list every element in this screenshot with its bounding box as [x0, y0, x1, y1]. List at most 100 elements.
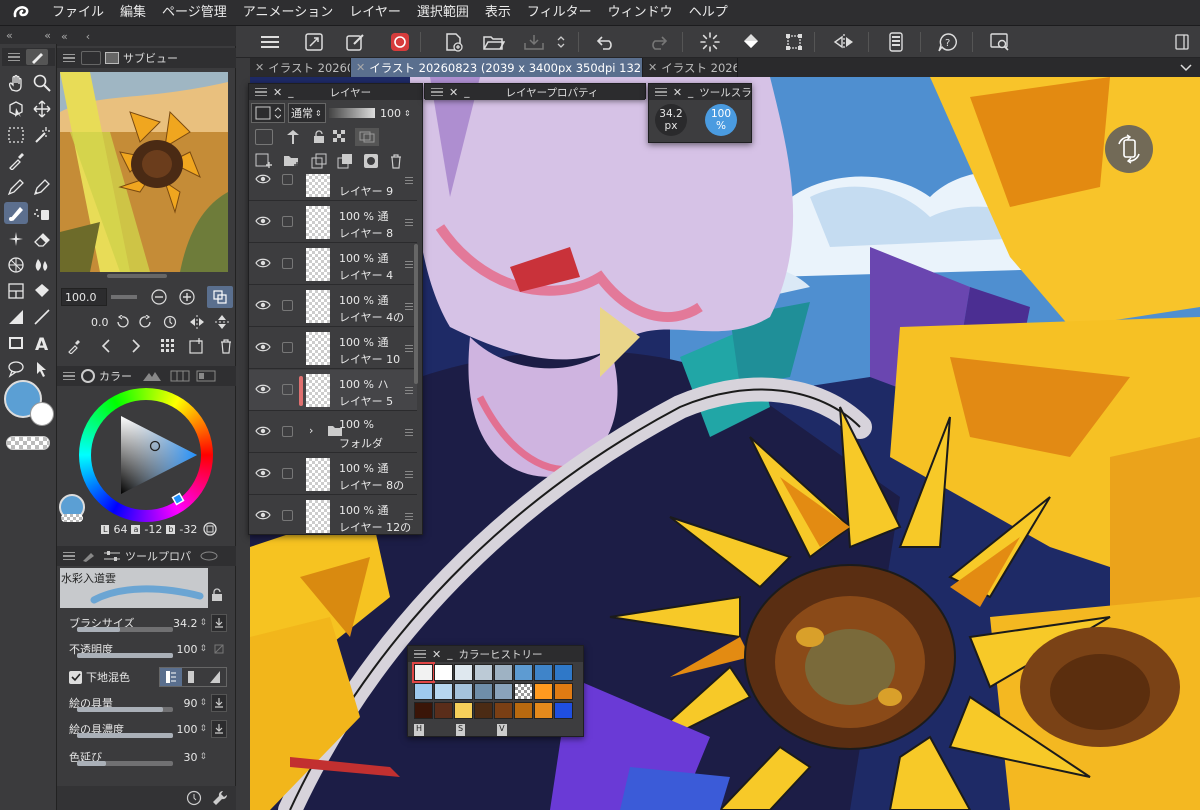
eyedropper-tool-icon[interactable]: [4, 150, 28, 172]
pressure-settings-icon[interactable]: [211, 614, 227, 632]
delete-layer-icon[interactable]: [389, 153, 403, 169]
layer-menu-icon[interactable]: [405, 471, 413, 480]
layer-select-checkbox[interactable]: [282, 510, 293, 521]
grip-icon[interactable]: [63, 370, 75, 382]
menu-filter[interactable]: フィルター: [519, 0, 600, 26]
lock-transparency-icon[interactable]: [333, 130, 347, 144]
grip-icon[interactable]: [655, 86, 667, 98]
opacity-slider[interactable]: [77, 653, 173, 658]
menu-selection[interactable]: 選択範囲: [409, 0, 477, 26]
layer-select-checkbox[interactable]: [282, 384, 293, 395]
close-panel-icon[interactable]: ✕: [432, 648, 441, 661]
tool-property-tab-icon[interactable]: [103, 550, 121, 562]
underlay-checkbox[interactable]: [69, 670, 82, 684]
grip-icon[interactable]: [255, 86, 267, 98]
layer-select-checkbox[interactable]: [282, 426, 293, 437]
stepper-icon[interactable]: ⇕: [199, 724, 207, 734]
paint-density-slider[interactable]: [77, 733, 173, 738]
mix-mode-3-icon[interactable]: [204, 668, 226, 686]
menu-window[interactable]: ウィンドウ: [600, 0, 681, 26]
layer-opacity-slider[interactable]: [329, 106, 375, 120]
minimize-panel-icon[interactable]: _: [447, 648, 452, 660]
brush-size-slider[interactable]: [77, 627, 173, 632]
grid-tool-icon[interactable]: [4, 254, 28, 276]
stepper-icon[interactable]: ⇕: [404, 109, 411, 118]
menu-help[interactable]: ヘルプ: [681, 0, 736, 26]
reset-tool-icon[interactable]: [186, 790, 202, 806]
reset-rotation-icon[interactable]: [163, 315, 177, 329]
hand-tool-icon[interactable]: [4, 72, 28, 94]
layer-row[interactable]: 100 % ハレイヤー 5: [249, 370, 417, 411]
mix-mode-2-icon[interactable]: [182, 668, 204, 686]
transform-icon[interactable]: [780, 30, 808, 54]
airbrush-tool-icon[interactable]: [30, 202, 54, 224]
save-icon[interactable]: [520, 30, 548, 54]
close-panel-icon[interactable]: ✕: [673, 86, 682, 99]
record-timelapse-icon[interactable]: [386, 30, 414, 54]
eraser-tool-icon[interactable]: [30, 228, 54, 250]
delete-image-icon[interactable]: [219, 338, 233, 354]
rotate-left-icon[interactable]: [115, 315, 129, 329]
gradient-tool-icon[interactable]: [4, 306, 28, 328]
layer-select-checkbox[interactable]: [282, 300, 293, 311]
brush-shape-tab-icon[interactable]: [199, 550, 219, 562]
expand-right-icon[interactable]: «: [44, 29, 51, 42]
layer-color-icon[interactable]: [251, 103, 285, 123]
clip-to-layer-icon[interactable]: [355, 128, 379, 146]
grip-icon[interactable]: [414, 648, 426, 660]
menu-edit[interactable]: 編集: [112, 0, 154, 26]
layer-mask-toggle-icon[interactable]: [255, 129, 273, 145]
correction-tool-icon[interactable]: [30, 358, 54, 380]
layer-select-checkbox[interactable]: [282, 174, 293, 185]
rotate-right-icon[interactable]: [138, 315, 153, 329]
navigator-tab-icon[interactable]: [81, 51, 101, 65]
color-history-swatch[interactable]: [414, 683, 433, 700]
visibility-eye-icon[interactable]: [255, 467, 271, 479]
color-slider-tab-icon[interactable]: [142, 370, 162, 382]
color-history-swatch[interactable]: [534, 702, 553, 719]
subview-scrollbar[interactable]: [107, 274, 167, 278]
wrench-settings-icon[interactable]: [212, 790, 228, 806]
opacity-dial[interactable]: 100 %: [705, 104, 737, 136]
new-raster-layer-icon[interactable]: [255, 153, 273, 169]
menu-animation[interactable]: アニメーション: [235, 0, 341, 26]
color-wheel-tab-icon[interactable]: [81, 369, 95, 383]
collapse-dock-icon[interactable]: «: [61, 30, 68, 43]
value-button[interactable]: V: [497, 724, 507, 736]
tab-document-3[interactable]: ✕イラスト 20260: [643, 58, 738, 77]
magic-wand-icon[interactable]: [30, 124, 54, 146]
decoration-tool-icon[interactable]: [4, 228, 28, 250]
grip-icon[interactable]: [8, 51, 20, 63]
collapse-panel-icon[interactable]: [1172, 30, 1192, 54]
layer-menu-icon[interactable]: [405, 261, 413, 270]
flip-icon[interactable]: [189, 315, 205, 329]
color-panel-transparent-swatch[interactable]: [61, 514, 83, 522]
color-history-swatch[interactable]: [434, 683, 453, 700]
grip-icon[interactable]: [431, 86, 443, 98]
new-folder-icon[interactable]: [283, 153, 301, 169]
edit-canvas-icon[interactable]: [342, 30, 370, 54]
visibility-eye-icon[interactable]: [255, 341, 271, 353]
brush-preview[interactable]: 水彩入道雲: [60, 568, 208, 608]
blend-tool-icon[interactable]: [30, 254, 54, 276]
figure-tool-icon[interactable]: [4, 280, 28, 302]
color-history-swatch[interactable]: [474, 683, 493, 700]
transparent-color-icon[interactable]: [6, 436, 50, 450]
color-triangle[interactable]: [79, 388, 213, 522]
layer-row[interactable]: 100 % 通レイヤー 10: [249, 328, 417, 369]
collapse-left-icon[interactable]: «: [6, 29, 13, 42]
stepper-icon[interactable]: ⇕: [199, 698, 207, 708]
loading-spinner-icon[interactable]: [696, 30, 724, 54]
close-panel-icon[interactable]: ✕: [449, 86, 458, 99]
color-history-swatch[interactable]: [454, 702, 473, 719]
layer-menu-icon[interactable]: [405, 513, 413, 522]
move-tool-icon[interactable]: [30, 98, 54, 120]
color-history-swatch[interactable]: [412, 662, 435, 683]
close-tab-icon[interactable]: ✕: [648, 61, 657, 74]
color-history-swatch[interactable]: [494, 702, 513, 719]
undo-icon[interactable]: [592, 30, 620, 54]
duplicate-layer-icon[interactable]: [311, 153, 327, 169]
color-stretch-slider[interactable]: [77, 761, 173, 766]
color-history-swatch[interactable]: [454, 683, 473, 700]
color-history-swatch[interactable]: [554, 683, 573, 700]
